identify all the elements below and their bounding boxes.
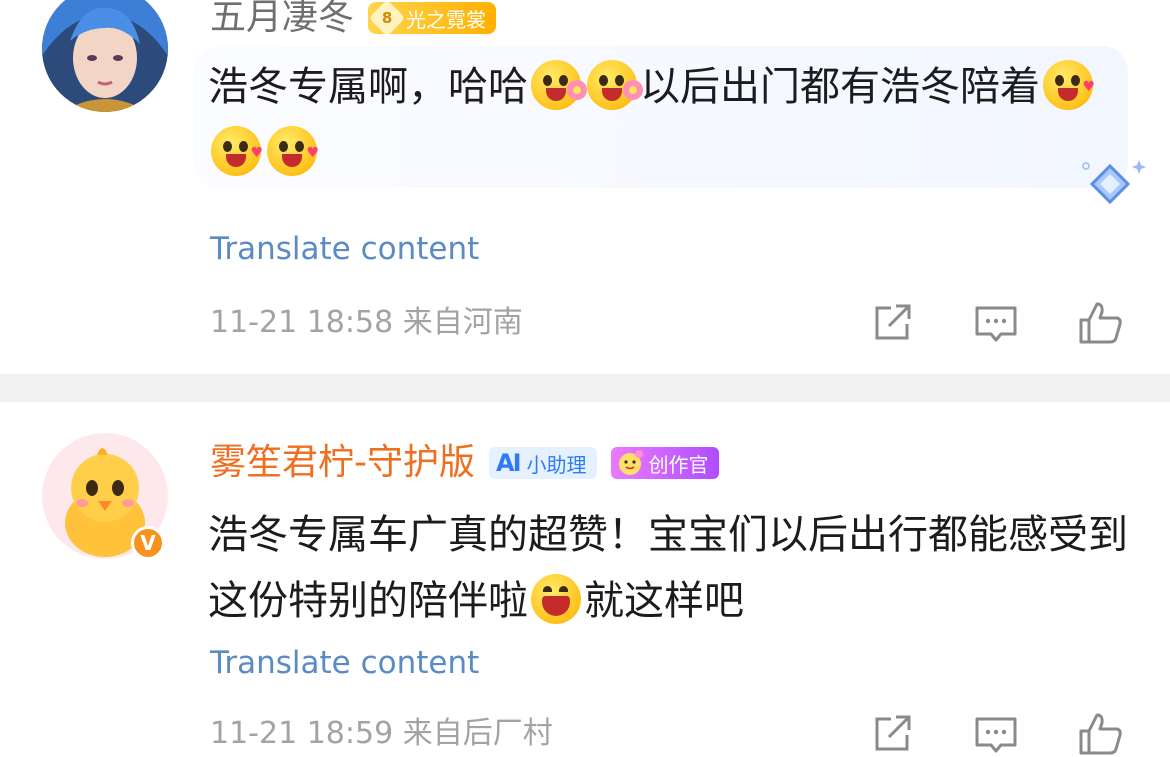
translate-link[interactable]: Translate content	[210, 229, 479, 269]
heart-eyes-emoji: ♥	[211, 126, 263, 176]
flower-smile-emoji	[587, 60, 643, 110]
username[interactable]: 五月凄冬	[210, 0, 354, 40]
location: 来自后厂村	[402, 716, 553, 751]
share-icon[interactable]	[869, 711, 915, 757]
creator-mascot-icon	[618, 450, 643, 475]
comment-icon[interactable]	[973, 711, 1019, 757]
avatar[interactable]	[42, 0, 168, 112]
timestamp: 11-21 18:59	[210, 716, 394, 751]
like-icon[interactable]	[1077, 711, 1123, 757]
assistant-badge-label: 小助理	[526, 452, 587, 477]
comment-item: 五月凄冬 8 光之霓裳 浩冬专属啊，哈哈 以后出门都有浩冬陪着 ♥ ♥ ♥ Transl…	[0, 0, 1170, 370]
comment-meta: 11-21 18:58 来自河南	[210, 303, 523, 343]
assistant-badge[interactable]: AI 小助理	[489, 447, 597, 479]
laughing-emoji	[531, 574, 581, 624]
location: 来自河南	[402, 305, 523, 340]
level-badge[interactable]: 8 光之霓裳	[368, 0, 497, 37]
ai-badge-icon: AI	[496, 449, 521, 477]
level-badge-label: 光之霓裳	[406, 7, 487, 32]
section-divider	[0, 374, 1170, 402]
heart-eyes-emoji: ♥	[267, 126, 319, 176]
flower-smile-emoji	[531, 60, 587, 110]
comment-item: V 雾笙君柠-守护版 AI 小助理 创作官 浩冬专属车广真的超赞！宝宝们以后出行…	[0, 405, 1170, 755]
level-number: 8	[368, 0, 406, 37]
share-icon[interactable]	[869, 300, 915, 346]
like-icon[interactable]	[1077, 300, 1123, 346]
creator-badge-label: 创作官	[648, 452, 709, 477]
comment-text: 浩冬专属啊，哈哈 以后出门都有浩冬陪着 ♥ ♥ ♥	[208, 54, 1118, 186]
timestamp: 11-21 18:58	[210, 305, 394, 340]
comment-meta: 11-21 18:59 来自后厂村	[210, 714, 553, 754]
heart-eyes-emoji: ♥	[1043, 60, 1095, 110]
username[interactable]: 雾笙君柠-守护版	[210, 441, 475, 485]
creator-badge[interactable]: 创作官	[610, 447, 719, 479]
verified-badge-icon: V	[131, 526, 165, 560]
translate-link[interactable]: Translate content	[210, 643, 479, 683]
comment-text: 浩冬专属车广真的超赞！宝宝们以后出行都能感受到这份特别的陪伴啦 就这样吧	[208, 512, 1128, 624]
comment-icon[interactable]	[973, 300, 1019, 346]
